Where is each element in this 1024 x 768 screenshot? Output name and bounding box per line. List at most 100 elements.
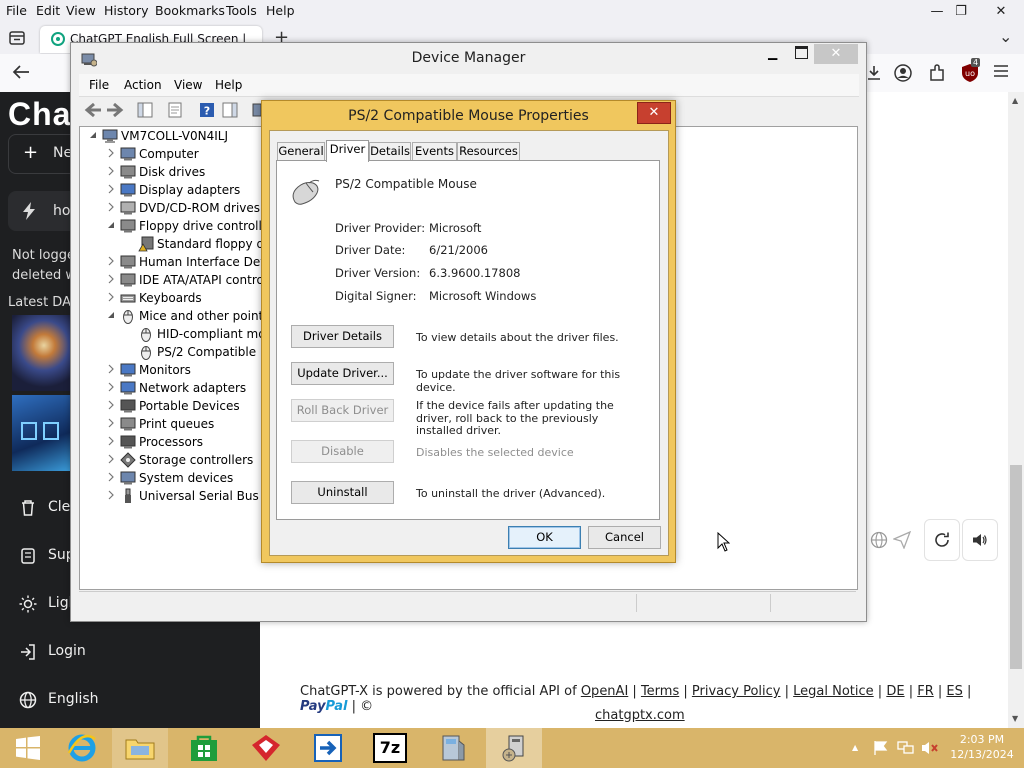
monitor-icon xyxy=(120,362,136,378)
site-link[interactable]: chatgptx.com xyxy=(595,708,685,723)
taskbar-ie[interactable] xyxy=(54,728,110,768)
driver-details-button[interactable]: Driver Details xyxy=(291,325,394,348)
tab-resources[interactable]: Resources xyxy=(457,142,520,161)
network-icon[interactable] xyxy=(897,740,915,756)
expand-arrow-icon[interactable] xyxy=(106,418,116,428)
expand-arrow-icon[interactable] xyxy=(106,436,116,446)
cancel-button[interactable]: Cancel xyxy=(588,526,661,549)
toolbar-help-icon[interactable]: ? xyxy=(199,102,215,118)
scrollbar-thumb[interactable] xyxy=(1010,465,1022,669)
taskbar-clock[interactable]: 2:03 PM 12/13/2024 xyxy=(947,732,1017,762)
back-arrow-icon[interactable] xyxy=(12,64,30,80)
openai-link[interactable]: OpenAI xyxy=(581,684,628,699)
terms-link[interactable]: Terms xyxy=(641,684,679,699)
volume-muted-icon[interactable] xyxy=(921,740,939,756)
expand-arrow-icon[interactable] xyxy=(106,148,116,158)
dm-menu-view[interactable]: View xyxy=(174,78,202,92)
hamburger-menu-icon[interactable] xyxy=(994,65,1008,77)
close-window-button[interactable]: ✕ xyxy=(986,2,1016,20)
collapse-arrow-icon[interactable] xyxy=(106,220,116,230)
dm-minimize-button[interactable]: ▁ xyxy=(768,46,777,60)
scroll-down-arrow-icon[interactable]: ▼ xyxy=(1012,714,1018,723)
tab-general[interactable]: General xyxy=(277,142,325,161)
lang-fr-link[interactable]: FR xyxy=(917,684,934,699)
dalle-thumbnail-1[interactable] xyxy=(12,315,70,391)
toolbar-action-pane-icon[interactable] xyxy=(222,102,238,118)
collapse-arrow-icon[interactable] xyxy=(106,310,116,320)
regenerate-button[interactable] xyxy=(924,519,960,561)
toolbar-properties-icon[interactable] xyxy=(167,102,183,118)
download-icon[interactable] xyxy=(866,65,882,81)
show-hidden-icons-arrow[interactable]: ▲ xyxy=(852,743,858,752)
tab-driver[interactable]: Driver xyxy=(326,140,369,162)
device-manager-titlebar[interactable]: Device Manager ▁ ✕ xyxy=(71,43,866,74)
toolbar-back-icon[interactable] xyxy=(84,103,102,117)
menu-edit[interactable]: Edit xyxy=(36,3,60,18)
privacy-link[interactable]: Privacy Policy xyxy=(692,684,781,699)
expand-arrow-icon[interactable] xyxy=(106,364,116,374)
lang-de-link[interactable]: DE xyxy=(886,684,904,699)
dalle-thumbnail-2[interactable] xyxy=(12,395,70,471)
firefox-view-icon[interactable] xyxy=(9,30,25,46)
tab-details[interactable]: Details xyxy=(369,142,411,161)
expand-arrow-icon[interactable] xyxy=(106,490,116,500)
expand-arrow-icon[interactable] xyxy=(106,166,116,176)
expand-arrow-icon[interactable] xyxy=(106,382,116,392)
roll-back-driver-button[interactable]: Roll Back Driver xyxy=(291,399,394,422)
dm-menu-action[interactable]: Action xyxy=(124,78,162,92)
restore-button[interactable]: ❐ xyxy=(946,2,976,20)
menu-history[interactable]: History xyxy=(104,3,148,18)
toolbar-show-hide-tree-icon[interactable] xyxy=(137,102,153,118)
expand-arrow-icon[interactable] xyxy=(106,202,116,212)
dm-maximize-button[interactable] xyxy=(795,46,808,59)
expand-arrow-icon[interactable] xyxy=(106,256,116,266)
page-scrollbar[interactable]: ▲ ▼ xyxy=(1008,92,1024,728)
tab-events[interactable]: Events xyxy=(412,142,457,161)
taskbar-device-manager[interactable] xyxy=(486,728,542,768)
speaker-button[interactable] xyxy=(962,519,998,561)
paypal-logo[interactable]: PayPal xyxy=(300,699,347,714)
uninstall-button[interactable]: Uninstall xyxy=(291,481,394,504)
scroll-up-arrow-icon[interactable]: ▲ xyxy=(1012,96,1018,105)
start-button[interactable] xyxy=(0,728,56,768)
taskbar-store[interactable] xyxy=(176,728,232,768)
menu-tools[interactable]: Tools xyxy=(226,3,257,18)
menu-file[interactable]: File xyxy=(6,3,27,18)
ok-button[interactable]: OK xyxy=(508,526,581,549)
legal-notice-link[interactable]: Legal Notice xyxy=(793,684,874,699)
login-menu-item[interactable]: Login xyxy=(0,632,260,672)
expand-arrow-icon[interactable] xyxy=(106,400,116,410)
dm-close-button[interactable]: ✕ xyxy=(814,44,858,64)
account-icon[interactable] xyxy=(894,64,912,82)
language-menu-item[interactable]: English xyxy=(0,680,260,720)
dm-menu-help[interactable]: Help xyxy=(215,78,242,92)
expand-arrow-icon[interactable] xyxy=(106,472,116,482)
collapse-arrow-icon[interactable] xyxy=(88,130,98,140)
extensions-icon[interactable] xyxy=(928,64,946,82)
trash-icon xyxy=(19,499,37,517)
taskbar-app-blue[interactable] xyxy=(300,728,356,768)
taskbar-7zip[interactable]: 7z xyxy=(362,728,418,768)
properties-titlebar[interactable]: PS/2 Compatible Mouse Properties ✕ xyxy=(262,101,675,129)
action-center-flag-icon[interactable] xyxy=(873,740,889,756)
expand-arrow-icon[interactable] xyxy=(106,184,116,194)
menu-bookmarks[interactable]: Bookmarks xyxy=(155,3,225,18)
update-driver-button[interactable]: Update Driver... xyxy=(291,362,394,385)
translate-globe-icon[interactable] xyxy=(870,531,888,549)
taskbar-app-grey[interactable] xyxy=(424,728,480,768)
list-all-tabs-button[interactable]: ⌄ xyxy=(999,27,1012,46)
expand-arrow-icon[interactable] xyxy=(106,292,116,302)
dm-menu-file[interactable]: File xyxy=(89,78,109,92)
toolbar-forward-icon[interactable] xyxy=(106,103,124,117)
network-icon xyxy=(120,380,136,396)
taskbar-app-red[interactable] xyxy=(238,728,294,768)
menu-help[interactable]: Help xyxy=(266,3,295,18)
expand-arrow-icon[interactable] xyxy=(106,274,116,284)
send-icon[interactable] xyxy=(893,531,911,549)
lang-es-link[interactable]: ES xyxy=(946,684,962,699)
expand-arrow-icon[interactable] xyxy=(106,454,116,464)
properties-close-button[interactable]: ✕ xyxy=(637,102,671,124)
disable-button[interactable]: Disable xyxy=(291,440,394,463)
taskbar-file-explorer[interactable] xyxy=(112,728,168,768)
menu-view[interactable]: View xyxy=(66,3,96,18)
